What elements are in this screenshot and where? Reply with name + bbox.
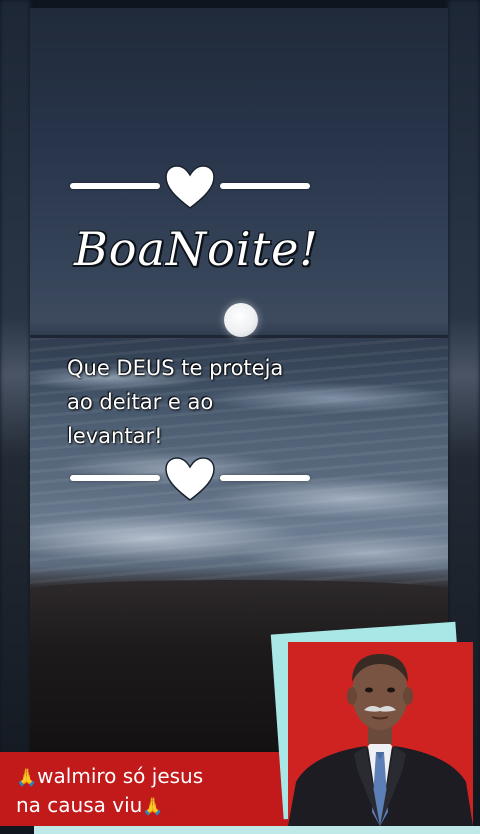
pray-icon: 🙏 (16, 768, 38, 788)
pray-icon: 🙏 (142, 797, 164, 817)
caption-line: na causa viu🙏 (16, 793, 164, 817)
heart-divider-bottom (70, 457, 310, 501)
heart-icon (165, 165, 215, 209)
heart-icon (165, 457, 215, 501)
caption-line: 🙏walmiro só jesus (16, 764, 204, 788)
greeting-title: BoaNoite! (74, 222, 319, 276)
message-line: Que DEUS te proteja (67, 356, 284, 380)
divider-line (220, 183, 310, 189)
moon (224, 303, 258, 337)
video-stage: BoaNoite! Que DEUS te proteja ao deitar … (0, 0, 480, 834)
caption-text: 🙏walmiro só jesus na causa viu🙏 (16, 763, 286, 821)
divider-line (70, 183, 160, 189)
blessing-message: Que DEUS te proteja ao deitar e ao levan… (67, 351, 337, 453)
message-line: ao deitar e ao (67, 390, 214, 414)
bottom-accent-strip (34, 826, 480, 834)
divider-line (220, 475, 310, 481)
heart-divider-top (70, 165, 310, 209)
message-line: levantar! (67, 424, 163, 448)
divider-line (70, 475, 160, 481)
blurred-background-left (0, 0, 30, 834)
avatar (288, 654, 473, 826)
webcam-overlay[interactable] (288, 642, 473, 826)
